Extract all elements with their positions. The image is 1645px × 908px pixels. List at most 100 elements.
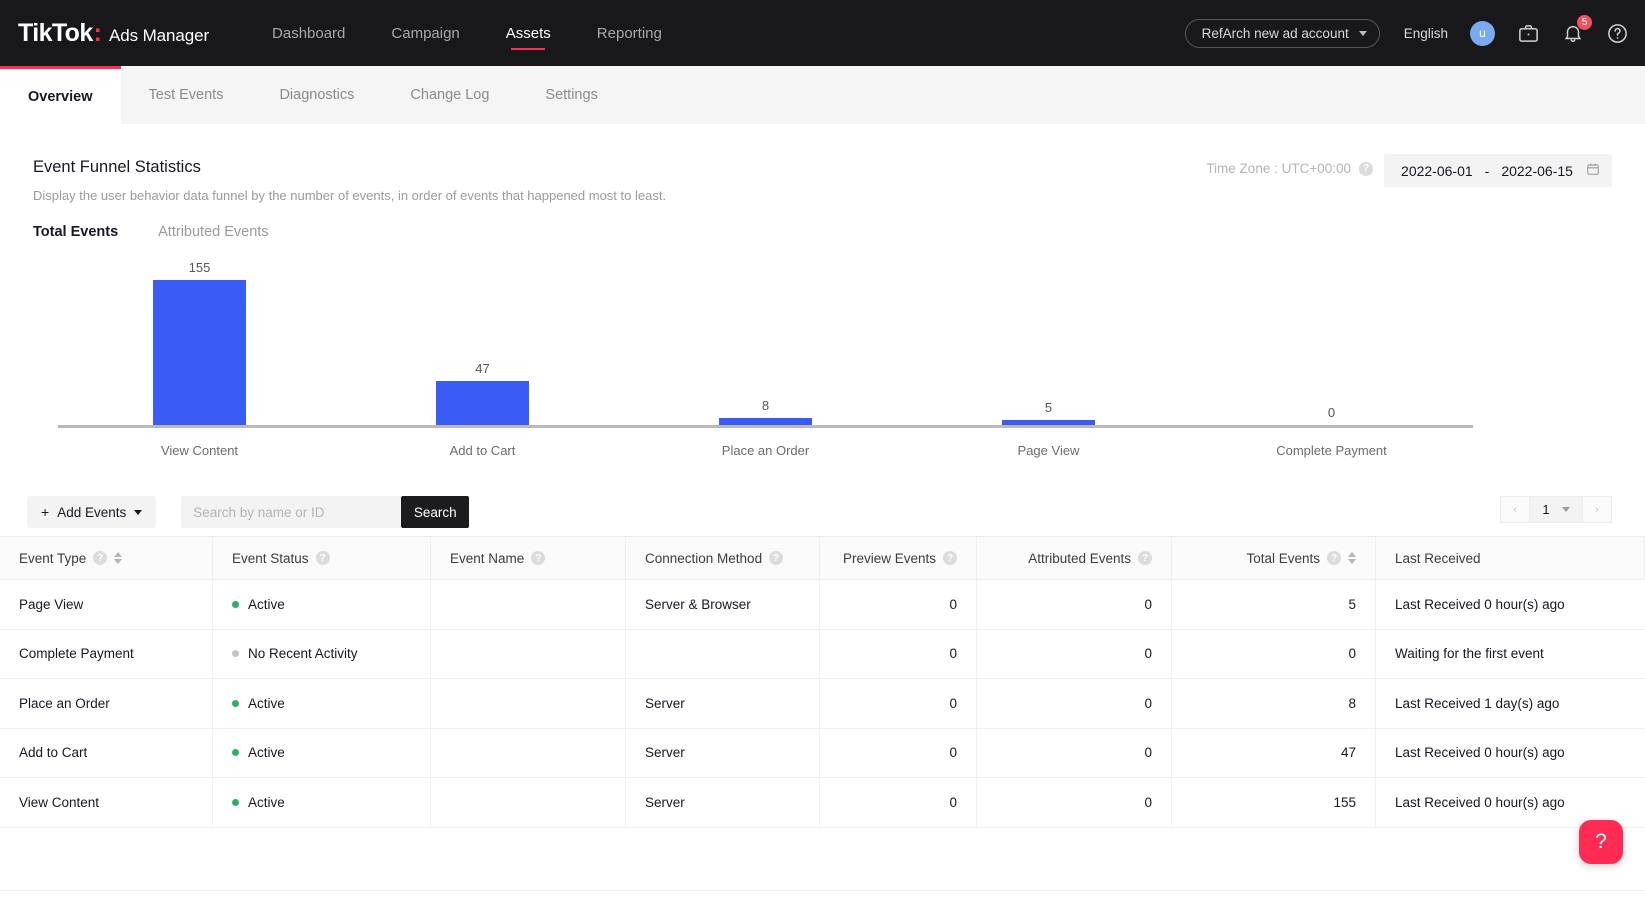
sort-toggle-icon[interactable]	[1348, 552, 1356, 564]
top-navigation-bar: TikTok : Ads Manager Dashboard Campaign …	[0, 0, 1645, 66]
tab-diagnostics[interactable]: Diagnostics	[251, 66, 382, 124]
info-icon[interactable]: ?	[769, 551, 784, 565]
brand-name: TikTok	[18, 18, 93, 47]
cell-total-events: 155	[1172, 778, 1376, 827]
bar-value-label: 155	[188, 260, 211, 275]
question-mark-icon: ?	[1595, 830, 1607, 853]
status-badge: Active	[248, 794, 285, 810]
cell-connection-method: Server	[626, 679, 820, 728]
date-range-picker[interactable]: 2022-06-01 - 2022-06-15	[1384, 154, 1612, 187]
bar-value-label: 0	[1327, 405, 1336, 420]
bar[interactable]	[436, 381, 529, 425]
nav-item-reporting[interactable]: Reporting	[574, 0, 685, 66]
cell-total-events: 5	[1172, 580, 1376, 629]
x-tick-label: Place an Order	[721, 443, 810, 458]
column-header-preview-events[interactable]: Preview Events ?	[820, 537, 977, 579]
tab-settings[interactable]: Settings	[517, 66, 625, 124]
app-root: TikTok : Ads Manager Dashboard Campaign …	[0, 0, 1645, 908]
calendar-icon	[1586, 162, 1600, 179]
notifications-bell-icon[interactable]: 5	[1562, 15, 1592, 44]
info-icon[interactable]: ?	[1327, 551, 1341, 565]
search-input[interactable]: Search by name or ID	[181, 496, 402, 528]
section-header: Event Funnel Statistics Display the user…	[33, 158, 666, 203]
chart-bars: 155 47 8 5 0	[58, 257, 1473, 425]
table-row[interactable]: Add to Cart Active Server 0 0 47 Last Received…	[0, 728, 1645, 778]
info-icon[interactable]: ?	[1138, 551, 1152, 565]
plus-icon: +	[41, 504, 50, 520]
column-header-last-received[interactable]: Last Received	[1376, 537, 1645, 579]
cell-attributed-events: 0	[977, 679, 1172, 728]
cell-preview-events: 0	[820, 679, 977, 728]
cell-attributed-events: 0	[977, 580, 1172, 629]
table-row[interactable]: Complete Payment No Recent Activity 0 0 0 Wai…	[0, 629, 1645, 679]
info-icon[interactable]: ?	[93, 551, 108, 565]
help-support-button[interactable]: ?	[1579, 820, 1623, 864]
chevron-down-icon	[134, 509, 143, 515]
page-title: Event Funnel Statistics	[33, 158, 201, 176]
nav-item-campaign[interactable]: Campaign	[368, 0, 482, 66]
subtab-attributed-events[interactable]: Attributed Events	[158, 224, 268, 240]
bar[interactable]	[719, 418, 812, 425]
nav-item-assets[interactable]: Assets	[483, 0, 574, 66]
info-icon[interactable]: ?	[1359, 161, 1373, 176]
chart-bar-group: 155	[58, 257, 341, 425]
language-selector[interactable]: English	[1404, 26, 1448, 41]
date-range-start: 2022-06-01	[1401, 162, 1473, 179]
table-toolbar: + Add Events Search by name or ID Search	[27, 496, 470, 528]
table-body: Page View Active Server & Browser 0 0 5 Last R…	[0, 580, 1645, 828]
cell-connection-method	[626, 629, 820, 678]
column-label: Last Received	[1395, 550, 1481, 566]
tab-change-log[interactable]: Change Log	[382, 66, 517, 124]
column-label: Event Status	[232, 550, 309, 566]
briefcase-icon[interactable]	[1517, 22, 1540, 45]
help-circle-icon[interactable]	[1606, 22, 1629, 45]
cell-preview-events: 0	[820, 580, 977, 629]
info-icon[interactable]: ?	[531, 551, 546, 565]
column-header-attributed-events[interactable]: Attributed Events ?	[977, 537, 1172, 579]
avatar[interactable]: u	[1470, 20, 1495, 46]
cell-attributed-events: 0	[977, 629, 1172, 678]
pagination-next-button[interactable]: ›	[1582, 496, 1612, 523]
date-range-separator: -	[1484, 162, 1490, 179]
cell-event-type: Complete Payment	[0, 629, 213, 678]
table-row[interactable]: View Content Active Server 0 0 155 Last Receiv…	[0, 778, 1645, 828]
tab-test-events[interactable]: Test Events	[121, 66, 252, 124]
cell-last-received: Last Received 0 hour(s) ago	[1395, 596, 1565, 612]
cell-last-received: Waiting for the first event	[1395, 646, 1544, 662]
column-label: Event Type	[19, 550, 87, 566]
cell-event-type: View Content	[0, 778, 213, 827]
info-icon[interactable]: ?	[943, 551, 957, 565]
cell-event-name	[431, 629, 626, 678]
column-label: Event Name	[450, 550, 525, 566]
column-header-event-name[interactable]: Event Name ?	[431, 537, 626, 579]
tab-overview[interactable]: Overview	[0, 66, 121, 124]
bar[interactable]	[153, 280, 246, 425]
main-content: Event Funnel Statistics Display the user…	[0, 124, 1645, 908]
cell-preview-events: 0	[820, 629, 977, 678]
table-row[interactable]: Place an Order Active Server 0 0 8 Last Receiv…	[0, 679, 1645, 729]
chart-bar-group: 0	[1190, 257, 1473, 425]
table-row[interactable]: Page View Active Server & Browser 0 0 5 Last R…	[0, 580, 1645, 630]
brand-subtitle: Ads Manager	[109, 25, 210, 45]
add-events-button[interactable]: + Add Events	[27, 496, 157, 528]
column-header-connection-method[interactable]: Connection Method ?	[626, 537, 820, 579]
pagination-prev-button[interactable]: ‹	[1500, 496, 1530, 523]
nav-right-cluster: RefArch new ad account English u 5	[1184, 0, 1629, 66]
cell-event-status: Active	[213, 778, 431, 827]
brand-logo[interactable]: TikTok : Ads Manager	[18, 19, 209, 48]
nav-item-dashboard[interactable]: Dashboard	[249, 0, 368, 66]
column-header-event-type[interactable]: Event Type ?	[0, 537, 213, 579]
x-tick-label: View Content	[160, 443, 239, 458]
column-header-total-events[interactable]: Total Events ?	[1172, 537, 1376, 579]
account-selector[interactable]: RefArch new ad account	[1184, 18, 1380, 48]
status-dot-icon	[232, 749, 239, 757]
column-header-event-status[interactable]: Event Status ?	[213, 537, 431, 579]
search-button[interactable]: Search	[401, 496, 470, 528]
sort-toggle-icon[interactable]	[114, 552, 123, 564]
pagination-page-select[interactable]: 1	[1530, 496, 1582, 523]
brand-colon-icon: :	[93, 18, 102, 47]
cell-connection-method: Server	[626, 728, 820, 777]
info-icon[interactable]: ?	[315, 551, 330, 565]
subtab-total-events[interactable]: Total Events	[33, 224, 118, 240]
footer-strip	[0, 890, 1645, 908]
